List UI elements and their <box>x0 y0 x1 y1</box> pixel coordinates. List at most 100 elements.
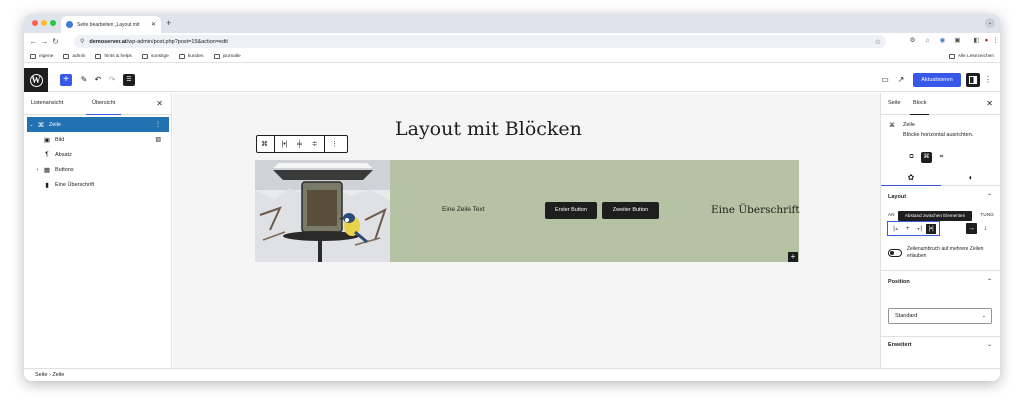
advanced-section-title[interactable]: Erweitert <box>888 342 912 348</box>
extension-icon[interactable]: ⌂ <box>923 36 932 46</box>
bookmark-label: eigene <box>39 53 54 59</box>
page-heading[interactable]: Layout mit Blöcken <box>395 118 582 140</box>
redo-icon[interactable]: ↷ <box>107 74 117 86</box>
justification-label: AN <box>888 212 895 217</box>
extension-icon[interactable]: ⚙ <box>908 36 917 46</box>
bookmark-folder[interactable]: kunden <box>178 53 204 59</box>
layout-section-title[interactable]: Layout <box>888 194 906 200</box>
preview-icon[interactable]: ▭ <box>880 74 890 86</box>
orientation-horizontal-icon[interactable]: → <box>966 223 977 234</box>
block-append-button[interactable]: + <box>788 252 798 262</box>
url-field[interactable]: ⚲ demoserver.at/wp-admin/post.php?post=1… <box>74 35 886 48</box>
justify-left-icon[interactable]: |⫠ <box>891 224 901 234</box>
justify-center-icon[interactable]: + <box>903 224 913 234</box>
paragraph-block[interactable]: Eine Zeile Text <box>442 206 485 213</box>
justify-space-between-icon[interactable]: |▪| <box>926 223 937 234</box>
close-window-dot[interactable] <box>32 20 38 26</box>
profile-icon[interactable]: ● <box>982 36 991 46</box>
block-options-icon[interactable]: ⋮ <box>155 121 161 128</box>
list-item-bild[interactable]: ▣ Bild ▨ <box>42 132 169 147</box>
bookmark-label: hints & helps <box>104 53 132 59</box>
list-item-label: Eine Überschrift <box>55 181 95 188</box>
list-item-zeile[interactable]: ⌄ ⌘ Zeile ⋮ <box>27 117 169 132</box>
tab-search-icon[interactable]: ⌄ <box>985 18 995 28</box>
bookmark-folder[interactable]: eigene <box>30 53 54 59</box>
settings-gear-icon[interactable]: ✿ <box>881 170 941 186</box>
browser-tab[interactable]: Seite bearbeiten „Layout mit ✕ <box>61 16 161 33</box>
chevron-up-icon[interactable]: ⌃ <box>987 278 992 285</box>
orientation-vertical-icon[interactable]: ↓ <box>980 223 991 234</box>
tooltip: Abstand zwischen Elementen <box>898 211 972 221</box>
row-block[interactable]: Eine Zeile Text Erster Button Zweiter Bu… <box>255 160 800 262</box>
close-icon[interactable]: ✕ <box>986 99 993 108</box>
bookmark-folder[interactable]: admin <box>63 53 86 59</box>
first-button[interactable]: Erster Button <box>545 202 597 219</box>
side-panel-icon[interactable]: ◧ <box>972 36 981 46</box>
justify-icon[interactable]: |•| <box>277 141 292 148</box>
list-view-panel: Listenansicht Übersicht ✕ ⌄ ⌘ Zeile ⋮ ▣ … <box>24 93 172 368</box>
group-variation-icon[interactable]: ⧉ <box>906 152 917 163</box>
position-select[interactable]: Standard ⌄ <box>888 308 992 324</box>
wrap-toggle[interactable] <box>888 249 902 257</box>
row-transform-icon[interactable]: ⌘ <box>257 140 272 148</box>
chevron-down-icon[interactable]: ⌄ <box>27 122 36 128</box>
row-block-icon: ⌘ <box>889 123 895 129</box>
breadcrumb[interactable]: Seite › Zeile <box>24 368 1000 381</box>
buttons-block-icon: ▦ <box>43 166 51 174</box>
url-host: demoserver.at <box>89 38 127 45</box>
position-section-title[interactable]: Position <box>888 279 910 285</box>
tab-close-icon[interactable]: ✕ <box>151 21 156 28</box>
close-icon[interactable]: ✕ <box>156 99 163 108</box>
second-button[interactable]: Zweiter Button <box>602 202 659 219</box>
zoom-window-dot[interactable] <box>50 20 56 26</box>
chevron-up-icon[interactable]: ⌃ <box>987 193 992 200</box>
reload-icon[interactable]: ↻ <box>50 37 61 46</box>
bookmark-folder[interactable]: sonstige <box>141 53 169 59</box>
tab-list-view[interactable]: Listenansicht <box>31 93 63 115</box>
styles-contrast-icon[interactable]: ◐ <box>941 170 1000 186</box>
bookmark-star-icon[interactable]: ☆ <box>875 38 881 46</box>
browser-menu-icon[interactable]: ⋮ <box>991 36 1000 46</box>
list-item-heading[interactable]: ▮ Eine Überschrift <box>42 177 169 192</box>
view-page-icon[interactable]: ↗ <box>896 74 906 86</box>
stack-variation-icon[interactable]: ⌗ <box>936 152 947 163</box>
settings-sidebar-toggle[interactable] <box>966 73 980 87</box>
chevron-down-icon[interactable]: ⌄ <box>987 341 992 348</box>
chevron-right-icon[interactable]: › <box>33 167 42 173</box>
bookmarks-bar: eigene admin hints & helps sonstige kund… <box>24 50 1000 63</box>
list-item-buttons[interactable]: › ▦ Buttons <box>33 162 169 177</box>
extensions-puzzle-icon[interactable]: ▣ <box>953 36 962 46</box>
tab-block[interactable]: Block <box>910 93 930 115</box>
block-inserter-button[interactable]: + <box>60 74 72 86</box>
bookmark-folder[interactable]: journalle <box>213 53 241 59</box>
bird-feeder-photo[interactable] <box>255 160 390 262</box>
back-arrow-icon[interactable]: ← <box>28 37 39 46</box>
new-tab-button[interactable]: + <box>166 18 171 28</box>
tab-overview[interactable]: Übersicht <box>86 93 122 115</box>
align-center-icon[interactable]: ≑ <box>307 140 322 148</box>
bookmark-folder[interactable]: hints & helps <box>95 53 132 59</box>
options-menu-icon[interactable]: ⋮ <box>984 74 992 86</box>
site-info-icon[interactable]: ⚲ <box>80 38 84 45</box>
bookmark-label: admin <box>72 53 86 59</box>
minimize-window-dot[interactable] <box>41 20 47 26</box>
tab-page[interactable]: Seite <box>888 93 901 115</box>
heading-block-icon: ▮ <box>45 181 49 189</box>
tools-pencil-icon[interactable]: ✎ <box>79 74 89 86</box>
all-bookmarks[interactable]: Alle Lesezeichen <box>948 54 994 59</box>
document-overview-button[interactable]: ☰ <box>123 74 135 86</box>
extension-icon[interactable]: ◉ <box>938 36 947 46</box>
forward-arrow-icon[interactable]: → <box>39 37 50 46</box>
settings-sidebar: Seite Block ✕ ⌘ Zeile Blöcke horizontal … <box>880 93 1000 368</box>
editor-canvas[interactable]: ⌘ |•| ╪ ≑ ⋮ Layout mit Blöcken Eine Zeil… <box>173 93 880 368</box>
row-variation-icon[interactable]: ⌘ <box>921 151 932 163</box>
more-options-icon[interactable]: ⋮ <box>327 140 342 148</box>
group-heading[interactable]: Eine Überschrift <box>711 204 800 216</box>
justify-right-icon[interactable]: ⫟| <box>914 224 924 234</box>
align-vertical-icon[interactable]: ╪ <box>292 141 307 148</box>
list-item-absatz[interactable]: ¶ Absatz <box>42 147 169 162</box>
list-item-label: Bild <box>55 136 65 143</box>
wordpress-logo-icon[interactable]: W <box>24 68 48 92</box>
update-button[interactable]: Aktualisieren <box>913 73 961 87</box>
undo-icon[interactable]: ↶ <box>93 74 103 86</box>
